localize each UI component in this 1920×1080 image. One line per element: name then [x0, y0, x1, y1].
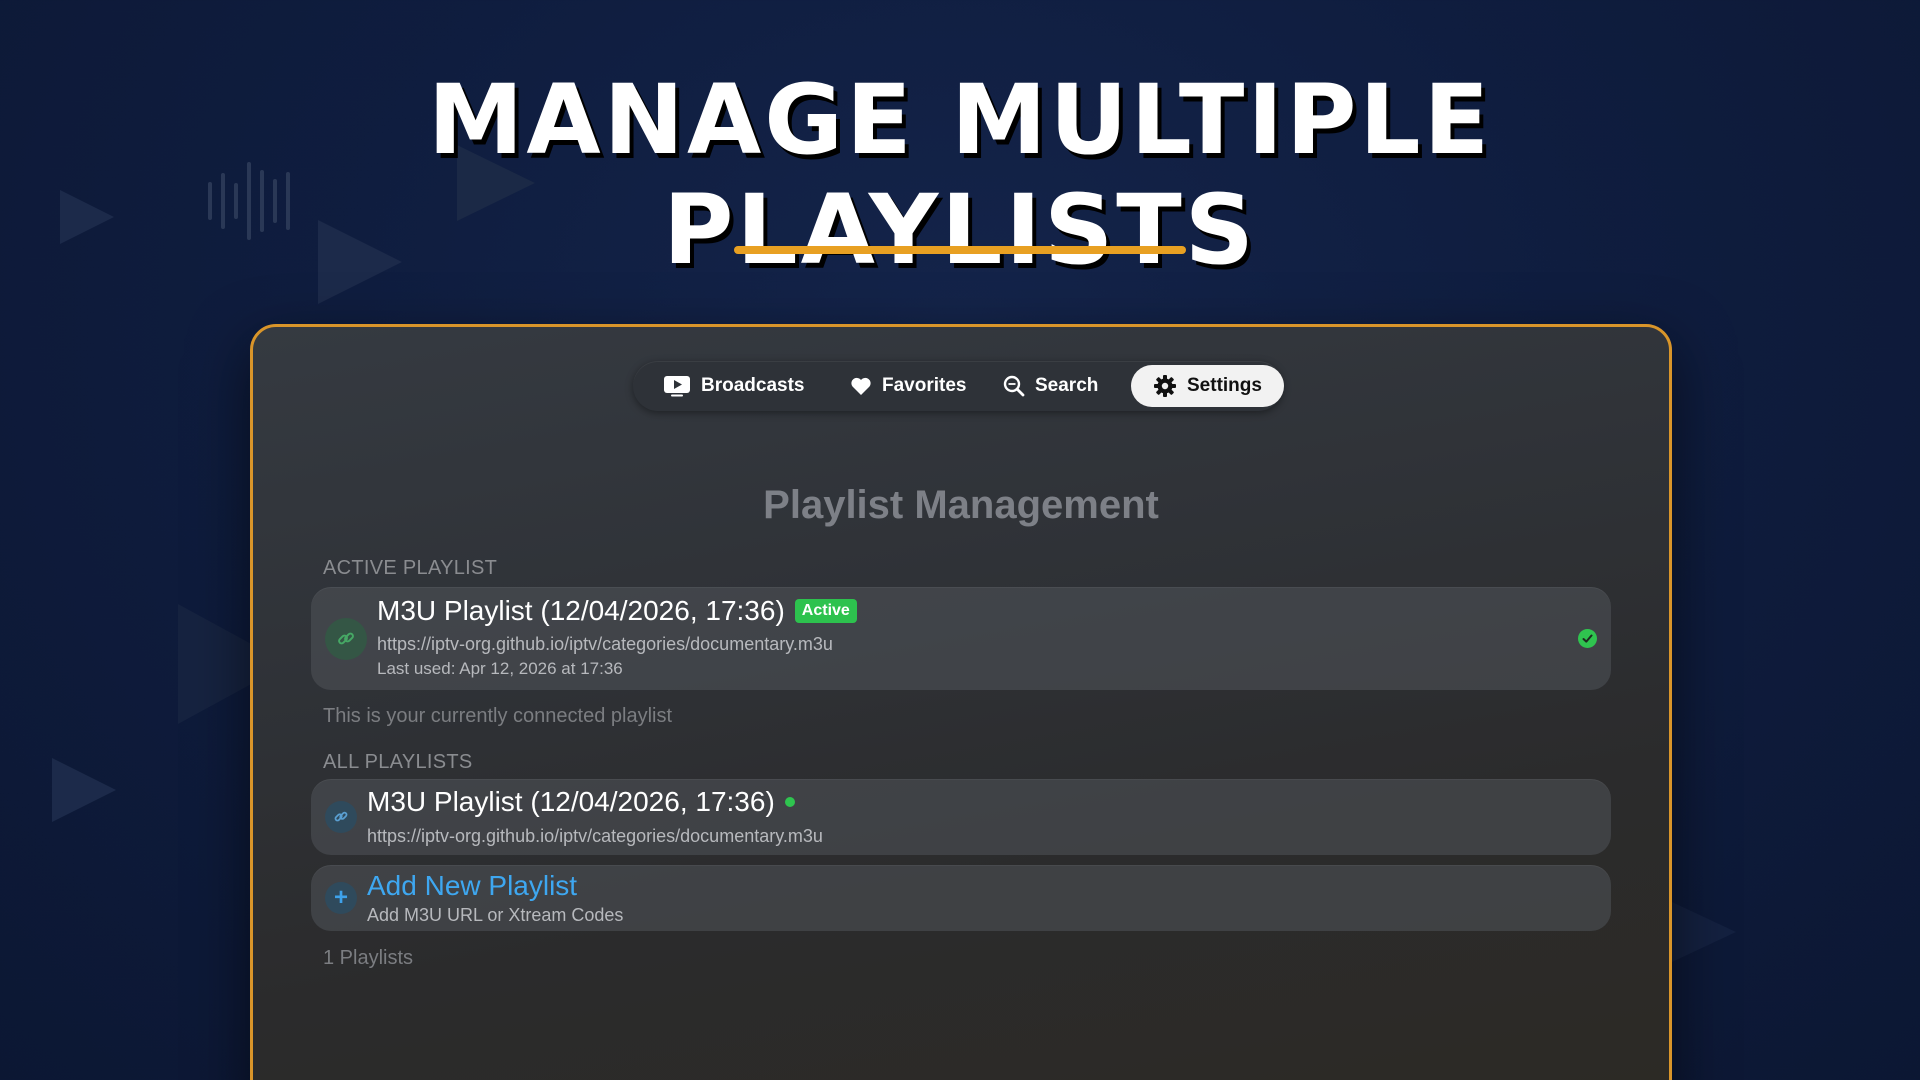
gear-icon [1153, 374, 1177, 398]
tab-settings[interactable]: Settings [1131, 365, 1284, 407]
tab-bar: Broadcasts Favorites Search Settings [633, 361, 1284, 411]
headline-underline [734, 246, 1186, 254]
tab-label: Broadcasts [701, 375, 805, 396]
add-new-playlist-title: Add New Playlist [367, 870, 578, 901]
section-label-all-playlists: ALL PLAYLISTS [323, 751, 473, 773]
active-playlist-card[interactable]: M3U Playlist (12/04/2026, 17:36) Active … [311, 587, 1611, 690]
add-new-playlist-subtitle: Add M3U URL or Xtream Codes [367, 905, 624, 925]
search-icon [1003, 375, 1025, 397]
active-playlist-name-row: M3U Playlist (12/04/2026, 17:36) Active [377, 595, 857, 627]
checkmark-circle-icon [1578, 629, 1597, 648]
playlist-item[interactable]: M3U Playlist (12/04/2026, 17:36) https:/… [311, 779, 1611, 855]
headline-line-2: PLAYLISTS [663, 174, 1257, 286]
heart-icon [850, 376, 872, 396]
tab-favorites[interactable]: Favorites [828, 365, 988, 407]
app-window: Broadcasts Favorites Search Settings Pla… [250, 324, 1672, 1080]
tab-broadcasts[interactable]: Broadcasts [641, 365, 827, 407]
tab-label: Search [1035, 375, 1099, 396]
active-playlist-url: https://iptv-org.github.io/iptv/categori… [377, 634, 833, 654]
active-playlist-last-used: Last used: Apr 12, 2026 at 17:36 [377, 659, 623, 678]
plus-icon: + [325, 882, 357, 914]
tab-label: Settings [1187, 375, 1262, 396]
tab-label: Favorites [882, 375, 967, 396]
playlist-count: 1 Playlists [323, 947, 414, 969]
headline-line-1: MANAGE MULTIPLE [427, 64, 1493, 176]
play-triangle-decoration [1672, 902, 1736, 962]
add-new-playlist-button[interactable]: + Add New Playlist Add M3U URL or Xtream… [311, 865, 1611, 931]
playlist-name-row: M3U Playlist (12/04/2026, 17:36) [367, 786, 795, 818]
tab-search[interactable]: Search [981, 365, 1120, 407]
section-label-active-playlist: ACTIVE PLAYLIST [323, 557, 498, 579]
play-screen-icon [663, 375, 691, 397]
active-playlist-name: M3U Playlist (12/04/2026, 17:36) [377, 595, 785, 626]
active-badge: Active [794, 599, 857, 623]
playlist-name: M3U Playlist (12/04/2026, 17:36) [367, 786, 775, 817]
playlist-url: https://iptv-org.github.io/iptv/categori… [367, 826, 823, 846]
link-icon [325, 801, 357, 833]
link-icon [325, 618, 367, 660]
play-triangle-decoration [52, 758, 116, 822]
active-playlist-description: This is your currently connected playlis… [323, 705, 673, 727]
connected-status-icon [784, 797, 795, 807]
page-title: Playlist Management [763, 483, 1159, 527]
